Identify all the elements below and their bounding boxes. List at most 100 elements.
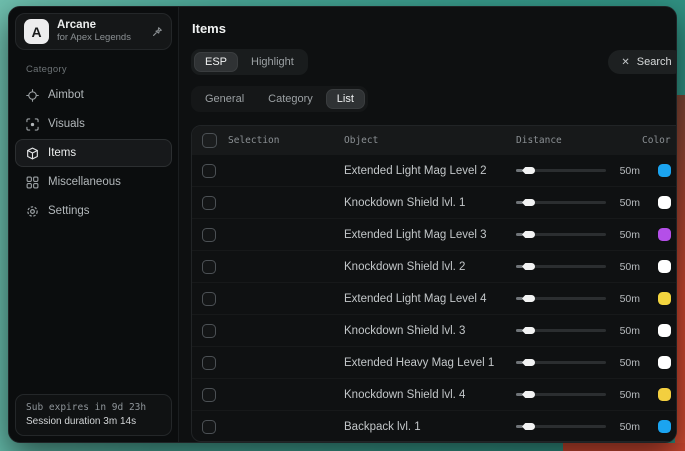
slider-thumb[interactable] bbox=[522, 359, 535, 366]
sidebar-item-items[interactable]: Items bbox=[15, 139, 172, 167]
crosshair-icon bbox=[26, 89, 39, 102]
distance-value: 50m bbox=[620, 421, 640, 433]
session-duration-text: Session duration 3m 14s bbox=[26, 416, 161, 427]
background-red-area-bottom bbox=[563, 443, 685, 451]
tab-esp[interactable]: ESP bbox=[194, 52, 238, 72]
sidebar-item-miscellaneous[interactable]: Miscellaneous bbox=[15, 168, 172, 196]
table-row[interactable]: Extended Light Mag Level 2 50m bbox=[192, 154, 677, 186]
close-icon: ✕ bbox=[621, 57, 629, 68]
app-header-card: A Arcane for Apex Legends bbox=[15, 13, 172, 50]
distance-value: 50m bbox=[620, 229, 640, 241]
slider-thumb[interactable] bbox=[522, 199, 535, 206]
object-label: Knockdown Shield lvl. 2 bbox=[344, 261, 465, 273]
object-label: Knockdown Shield lvl. 4 bbox=[344, 389, 465, 401]
table-row[interactable]: Knockdown Shield lvl. 3 50m bbox=[192, 314, 677, 346]
slider-thumb[interactable] bbox=[522, 391, 535, 398]
slider-thumb[interactable] bbox=[522, 295, 535, 302]
row-checkbox[interactable] bbox=[202, 324, 216, 338]
slider-thumb[interactable] bbox=[522, 231, 535, 238]
distance-slider[interactable] bbox=[516, 228, 606, 242]
sidebar-item-aimbot[interactable]: Aimbot bbox=[15, 81, 172, 109]
table-row[interactable]: Knockdown Shield lvl. 1 50m bbox=[192, 186, 677, 218]
sidebar-item-label: Aimbot bbox=[48, 89, 84, 101]
slider-track bbox=[516, 297, 606, 300]
color-swatch[interactable] bbox=[658, 228, 671, 241]
sidebar-item-visuals[interactable]: Visuals bbox=[15, 110, 172, 138]
distance-slider[interactable] bbox=[516, 260, 606, 274]
sidebar: A Arcane for Apex Legends Category Aimb bbox=[9, 7, 179, 442]
color-swatch[interactable] bbox=[658, 356, 671, 369]
object-label: Backpack lvl. 1 bbox=[344, 421, 421, 433]
row-checkbox[interactable] bbox=[202, 292, 216, 306]
tab-highlight[interactable]: Highlight bbox=[240, 52, 305, 72]
header-selection: Selection bbox=[228, 135, 344, 146]
search-button[interactable]: ✕ Search bbox=[608, 50, 677, 74]
row-checkbox[interactable] bbox=[202, 196, 216, 210]
color-swatch[interactable] bbox=[658, 260, 671, 273]
slider-thumb[interactable] bbox=[522, 327, 535, 334]
color-swatch[interactable] bbox=[658, 324, 671, 337]
items-table: Selection Object Distance Color Extended… bbox=[191, 125, 677, 442]
subscription-info-card: Sub expires in 9d 23h Session duration 3… bbox=[15, 394, 172, 436]
tab-general[interactable]: General bbox=[194, 89, 255, 109]
distance-slider[interactable] bbox=[516, 324, 606, 338]
distance-slider[interactable] bbox=[516, 164, 606, 178]
pin-icon[interactable] bbox=[151, 26, 163, 38]
table-row[interactable]: Knockdown Shield lvl. 2 50m bbox=[192, 250, 677, 282]
table-row[interactable]: Knockdown Shield lvl. 4 50m bbox=[192, 378, 677, 410]
table-row[interactable]: Extended Light Mag Level 3 50m bbox=[192, 218, 677, 250]
header-distance: Distance bbox=[516, 135, 642, 146]
select-all-checkbox[interactable] bbox=[202, 133, 217, 148]
slider-track bbox=[516, 361, 606, 364]
row-checkbox[interactable] bbox=[202, 388, 216, 402]
slider-track bbox=[516, 265, 606, 268]
header-object: Object bbox=[344, 135, 516, 146]
color-swatch[interactable] bbox=[658, 292, 671, 305]
distance-value: 50m bbox=[620, 293, 640, 305]
slider-track bbox=[516, 393, 606, 396]
mode-tab-group: ESP Highlight bbox=[191, 49, 308, 75]
color-swatch[interactable] bbox=[658, 388, 671, 401]
sidebar-item-label: Visuals bbox=[48, 118, 85, 130]
object-label: Extended Light Mag Level 2 bbox=[344, 165, 487, 177]
table-row[interactable]: Extended Light Mag Level 4 50m bbox=[192, 282, 677, 314]
distance-slider[interactable] bbox=[516, 292, 606, 306]
row-checkbox[interactable] bbox=[202, 228, 216, 242]
object-label: Extended Light Mag Level 3 bbox=[344, 229, 487, 241]
distance-value: 50m bbox=[620, 325, 640, 337]
main-panel: Items ESP Highlight ✕ Search General Cat… bbox=[179, 7, 677, 442]
category-label: Category bbox=[26, 64, 172, 75]
color-swatch[interactable] bbox=[658, 164, 671, 177]
row-checkbox[interactable] bbox=[202, 420, 216, 434]
tab-category[interactable]: Category bbox=[257, 89, 324, 109]
distance-slider[interactable] bbox=[516, 388, 606, 402]
slider-thumb[interactable] bbox=[522, 263, 535, 270]
table-header-row: Selection Object Distance Color bbox=[192, 126, 677, 154]
tab-list[interactable]: List bbox=[326, 89, 365, 109]
table-row[interactable]: Extended Heavy Mag Level 1 50m bbox=[192, 346, 677, 378]
sidebar-nav: Aimbot Visuals Items bbox=[15, 81, 172, 225]
sidebar-item-settings[interactable]: Settings bbox=[15, 197, 172, 225]
slider-track bbox=[516, 425, 606, 428]
box-icon bbox=[26, 147, 39, 160]
sidebar-item-label: Settings bbox=[48, 205, 90, 217]
distance-slider[interactable] bbox=[516, 420, 606, 434]
app-title: Arcane bbox=[57, 19, 143, 32]
row-checkbox[interactable] bbox=[202, 356, 216, 370]
distance-slider[interactable] bbox=[516, 356, 606, 370]
distance-value: 50m bbox=[620, 197, 640, 209]
app-window: A Arcane for Apex Legends Category Aimb bbox=[8, 6, 677, 443]
sidebar-item-label: Miscellaneous bbox=[48, 176, 121, 188]
table-row[interactable]: Backpack lvl. 1 50m bbox=[192, 410, 677, 442]
row-checkbox[interactable] bbox=[202, 260, 216, 274]
object-label: Knockdown Shield lvl. 1 bbox=[344, 197, 465, 209]
slider-thumb[interactable] bbox=[522, 167, 535, 174]
distance-slider[interactable] bbox=[516, 196, 606, 210]
color-swatch[interactable] bbox=[658, 196, 671, 209]
row-checkbox[interactable] bbox=[202, 164, 216, 178]
slider-thumb[interactable] bbox=[522, 423, 535, 430]
app-subtitle: for Apex Legends bbox=[57, 33, 143, 44]
color-swatch[interactable] bbox=[658, 420, 671, 433]
object-label: Extended Light Mag Level 4 bbox=[344, 293, 487, 305]
distance-value: 50m bbox=[620, 357, 640, 369]
